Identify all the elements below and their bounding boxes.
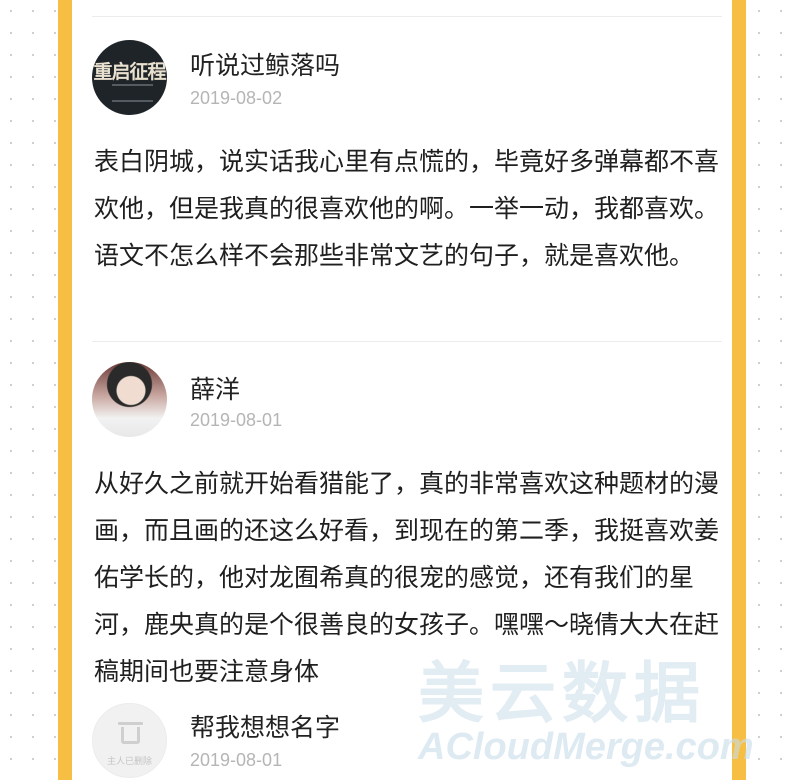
right-yellow-border xyxy=(732,0,746,780)
deleted-label: 主人已删除 xyxy=(106,757,152,767)
avatar-logo-text: 重启征程 xyxy=(93,61,166,83)
comment-date: 2019-08-01 xyxy=(190,410,283,430)
comment-username[interactable]: 薛洋 xyxy=(190,370,240,406)
watermark-cn: 美云数据 xyxy=(418,655,706,732)
comment-date: 2019-08-01 xyxy=(190,750,283,770)
avatar-logo-decoration xyxy=(112,84,153,102)
avatar[interactable]: 重启征程 xyxy=(92,40,167,115)
comment-username[interactable]: 听说过鲸落吗 xyxy=(190,46,340,82)
trash-icon xyxy=(118,722,143,744)
comment-username[interactable]: 帮我想想名字 xyxy=(190,708,340,744)
divider xyxy=(92,341,722,342)
watermark-en: ACloudMerge.com xyxy=(418,726,754,768)
divider xyxy=(92,16,722,17)
avatar[interactable] xyxy=(92,362,167,437)
comment-text: 表白阴城，说实话我心里有点慌的，毕竟好多弹幕都不喜欢他，但是我真的很喜欢他的啊。… xyxy=(94,147,720,270)
left-yellow-border xyxy=(58,0,72,780)
avatar-deleted[interactable]: 主人已删除 xyxy=(92,703,167,778)
comment-date: 2019-08-02 xyxy=(190,88,283,108)
